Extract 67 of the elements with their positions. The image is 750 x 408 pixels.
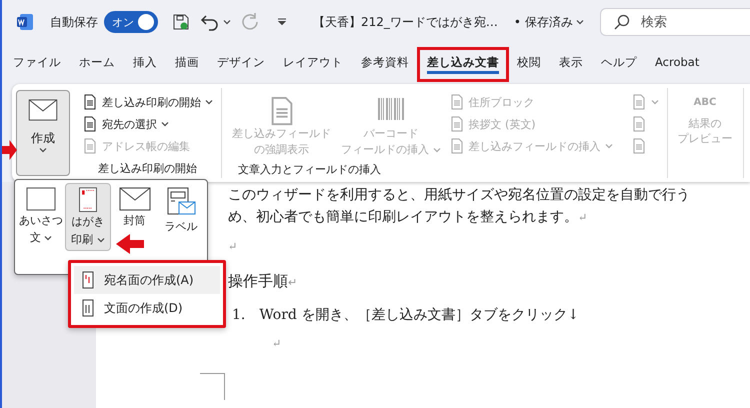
search-icon xyxy=(614,14,630,30)
caret-icon xyxy=(44,235,52,242)
paragraph-text: このウィザードを利用すると、用紙サイズや宛名位置の設定を自動で行う xyxy=(228,187,690,203)
document-title: 【天香】212_ワードではがき宛… xyxy=(313,14,498,30)
menu-item[interactable]: 文面の作成(D) xyxy=(74,294,220,322)
ribbon-tab[interactable]: ヘルプ xyxy=(594,50,644,78)
autosave-toggle[interactable]: オン xyxy=(104,11,158,33)
paragraph-text: め、初心者でも簡単に印刷レイアウトを整えられます。 xyxy=(228,209,578,225)
autosave-label: 自動保存 xyxy=(50,14,98,30)
document-icon xyxy=(448,94,464,110)
gallery-item[interactable]: あいさつ 文 xyxy=(18,183,64,251)
ribbon-tab[interactable]: 校閲 xyxy=(510,50,548,78)
ribbon-tab[interactable]: 挿入 xyxy=(126,50,164,78)
document-icon xyxy=(630,116,646,132)
caret-icon xyxy=(650,99,658,105)
caret-icon xyxy=(96,236,105,243)
ribbon-tab[interactable]: Acrobat xyxy=(648,50,706,78)
caret-icon xyxy=(604,143,612,149)
document-icon xyxy=(448,116,464,132)
heading: 操作手順 xyxy=(228,272,288,290)
search-field[interactable]: 検索 xyxy=(600,8,750,36)
document-icon xyxy=(630,138,646,154)
paragraph-mark: ↵ xyxy=(228,240,238,253)
caret-icon xyxy=(576,19,584,25)
ribbon-tab[interactable]: ファイル xyxy=(6,50,68,78)
ribbon-tab[interactable]: 表示 xyxy=(552,50,590,78)
postcard-icon xyxy=(82,271,94,289)
paragraph-mark: ↵ xyxy=(272,337,282,350)
ribbon-button[interactable]: 宛先の選択 xyxy=(80,113,215,135)
group-label: 差し込み印刷の開始 xyxy=(97,162,198,176)
ribbon-button[interactable]: 差し込み印刷の開始 xyxy=(80,91,215,113)
document-icon xyxy=(82,138,98,154)
gallery-item[interactable]: ラベル xyxy=(158,183,204,251)
envelope-icon xyxy=(28,99,58,121)
postcard-icon xyxy=(76,187,99,212)
menu-item[interactable]: 宛名面の作成(A) xyxy=(74,266,220,294)
caret-icon xyxy=(205,99,213,105)
group-label: 文章入力とフィールドの挿入 xyxy=(238,162,382,177)
caret-icon xyxy=(432,146,440,153)
undo-icon xyxy=(200,13,220,31)
postcard-icon xyxy=(82,299,94,317)
caret-icon xyxy=(161,121,169,127)
envelope-icon xyxy=(118,187,150,211)
paragraph-text: Word を開き、［差し込み文書］タブをクリック↓ xyxy=(259,306,580,325)
paragraph-mark: ↵ xyxy=(288,276,298,289)
caret-icon xyxy=(223,19,231,25)
create-button[interactable]: 作成 xyxy=(16,90,70,176)
page-corner-mark xyxy=(200,373,225,400)
gallery-item[interactable]: はがき 印刷 xyxy=(65,183,111,251)
save-status-button[interactable]: • 保存済み xyxy=(512,12,586,32)
list-number: 1. xyxy=(232,306,246,325)
document-icon xyxy=(82,94,98,110)
paragraph-mark: ↵ xyxy=(578,211,588,224)
document-icon xyxy=(630,94,646,110)
ribbon-tab[interactable]: デザイン xyxy=(210,50,272,78)
document-icon xyxy=(448,138,464,154)
ribbon-tab[interactable]: ホーム xyxy=(72,50,122,78)
ribbon-tab[interactable]: 参考資料 xyxy=(354,50,416,78)
app-logo-icon xyxy=(16,13,34,31)
ribbon-tab[interactable]: 描画 xyxy=(168,50,206,78)
document-icon xyxy=(82,116,98,132)
example-card-icon xyxy=(26,187,56,211)
ribbon-tab[interactable]: レイアウト xyxy=(276,50,350,78)
label-sheet-icon xyxy=(166,187,196,217)
customize-toolbar-icon[interactable] xyxy=(275,16,289,28)
caret-icon xyxy=(39,147,47,154)
gallery-item[interactable]: 封筒 xyxy=(112,183,158,251)
